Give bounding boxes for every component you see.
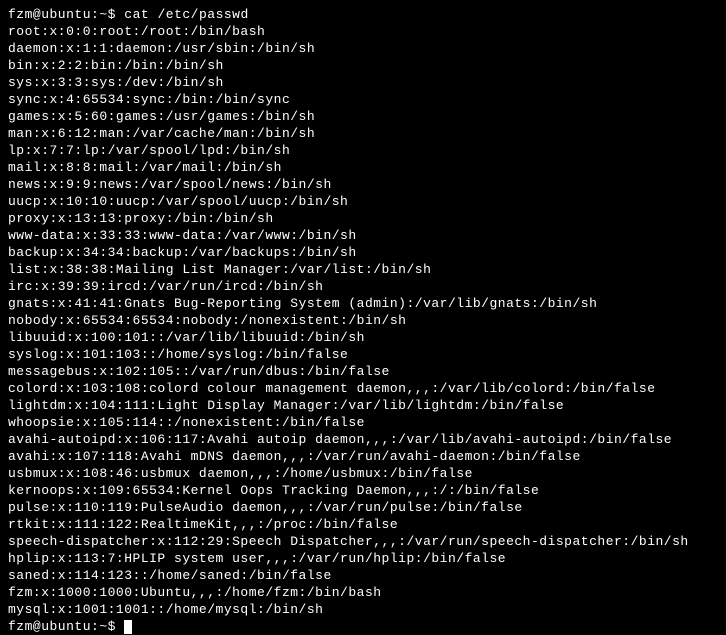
output-line: root:x:0:0:root:/root:/bin/bash bbox=[8, 23, 718, 40]
output-line: pulse:x:110:119:PulseAudio daemon,,,:/va… bbox=[8, 499, 718, 516]
prompt-line-end: fzm@ubuntu:~$ bbox=[8, 618, 718, 635]
prompt-symbol: $ bbox=[108, 7, 116, 22]
prompt-user-host: fzm@ubuntu bbox=[8, 619, 91, 634]
output-line: speech-dispatcher:x:112:29:Speech Dispat… bbox=[8, 533, 718, 550]
output-line: daemon:x:1:1:daemon:/usr/sbin:/bin/sh bbox=[8, 40, 718, 57]
output-line: uucp:x:10:10:uucp:/var/spool/uucp:/bin/s… bbox=[8, 193, 718, 210]
prompt-line-start: fzm@ubuntu:~$ cat /etc/passwd bbox=[8, 6, 718, 23]
output-line: colord:x:103:108:colord colour managemen… bbox=[8, 380, 718, 397]
output-line: rtkit:x:111:122:RealtimeKit,,,:/proc:/bi… bbox=[8, 516, 718, 533]
prompt-user-host: fzm@ubuntu bbox=[8, 7, 91, 22]
output-line: avahi:x:107:118:Avahi mDNS daemon,,,:/va… bbox=[8, 448, 718, 465]
output-line: syslog:x:101:103::/home/syslog:/bin/fals… bbox=[8, 346, 718, 363]
output-line: irc:x:39:39:ircd:/var/run/ircd:/bin/sh bbox=[8, 278, 718, 295]
output-line: man:x:6:12:man:/var/cache/man:/bin/sh bbox=[8, 125, 718, 142]
output-line: messagebus:x:102:105::/var/run/dbus:/bin… bbox=[8, 363, 718, 380]
output-line: whoopsie:x:105:114::/nonexistent:/bin/fa… bbox=[8, 414, 718, 431]
output-line: usbmux:x:108:46:usbmux daemon,,,:/home/u… bbox=[8, 465, 718, 482]
output-line: libuuid:x:100:101::/var/lib/libuuid:/bin… bbox=[8, 329, 718, 346]
prompt-separator: : bbox=[91, 619, 99, 634]
output-line: bin:x:2:2:bin:/bin:/bin/sh bbox=[8, 57, 718, 74]
prompt-path: ~ bbox=[99, 619, 107, 634]
output-line: fzm:x:1000:1000:Ubuntu,,,:/home/fzm:/bin… bbox=[8, 584, 718, 601]
output-line: gnats:x:41:41:Gnats Bug-Reporting System… bbox=[8, 295, 718, 312]
output-line: games:x:5:60:games:/usr/games:/bin/sh bbox=[8, 108, 718, 125]
terminal-container[interactable]: fzm@ubuntu:~$ cat /etc/passwd root:x:0:0… bbox=[8, 6, 718, 635]
output-line: list:x:38:38:Mailing List Manager:/var/l… bbox=[8, 261, 718, 278]
output-line: kernoops:x:109:65534:Kernel Oops Trackin… bbox=[8, 482, 718, 499]
output-line: proxy:x:13:13:proxy:/bin:/bin/sh bbox=[8, 210, 718, 227]
output-line: nobody:x:65534:65534:nobody:/nonexistent… bbox=[8, 312, 718, 329]
output-line: hplip:x:113:7:HPLIP system user,,,:/var/… bbox=[8, 550, 718, 567]
prompt-path: ~ bbox=[99, 7, 107, 22]
output-container: root:x:0:0:root:/root:/bin/bashdaemon:x:… bbox=[8, 23, 718, 618]
output-line: lp:x:7:7:lp:/var/spool/lpd:/bin/sh bbox=[8, 142, 718, 159]
output-line: backup:x:34:34:backup:/var/backups:/bin/… bbox=[8, 244, 718, 261]
output-line: lightdm:x:104:111:Light Display Manager:… bbox=[8, 397, 718, 414]
output-line: news:x:9:9:news:/var/spool/news:/bin/sh bbox=[8, 176, 718, 193]
cursor bbox=[124, 620, 132, 634]
command-text: cat /etc/passwd bbox=[124, 7, 249, 22]
prompt-symbol: $ bbox=[108, 619, 116, 634]
output-line: mysql:x:1001:1001::/home/mysql:/bin/sh bbox=[8, 601, 718, 618]
output-line: saned:x:114:123::/home/saned:/bin/false bbox=[8, 567, 718, 584]
output-line: avahi-autoipd:x:106:117:Avahi autoip dae… bbox=[8, 431, 718, 448]
output-line: sys:x:3:3:sys:/dev:/bin/sh bbox=[8, 74, 718, 91]
output-line: sync:x:4:65534:sync:/bin:/bin/sync bbox=[8, 91, 718, 108]
output-line: mail:x:8:8:mail:/var/mail:/bin/sh bbox=[8, 159, 718, 176]
output-line: www-data:x:33:33:www-data:/var/www:/bin/… bbox=[8, 227, 718, 244]
